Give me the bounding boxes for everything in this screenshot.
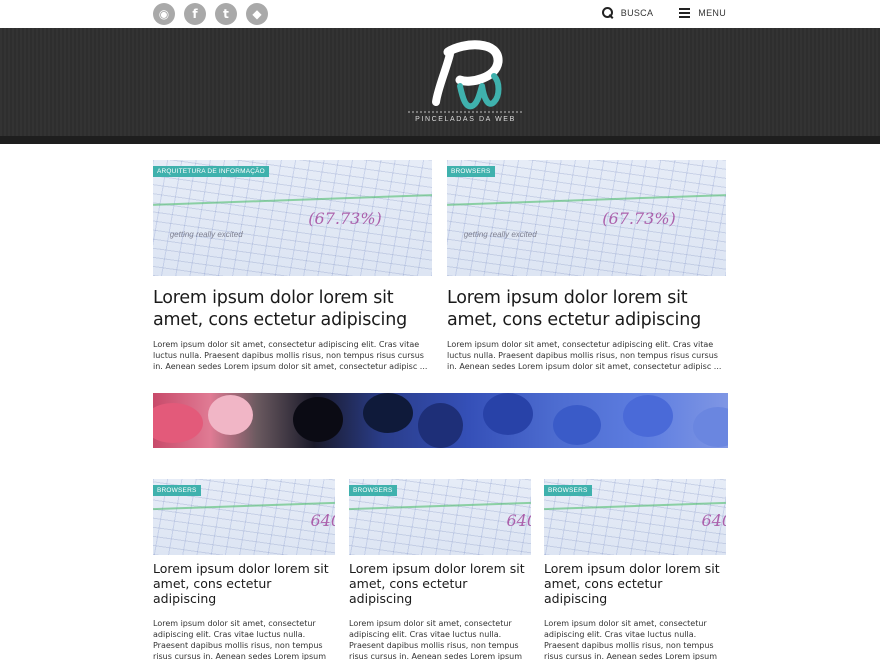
post-thumbnail[interactable]: 640 BROWSERS [349,479,531,555]
thumbnail-decoration-icon: 640 [310,510,335,530]
social-links: ◉ f t ◆ [153,3,268,25]
post-excerpt: Lorem ipsum dolor sit amet, consectetur … [447,340,722,371]
post-card[interactable]: 640 BROWSERS Lorem ipsum dolor lorem sit… [544,479,726,660]
post-title[interactable]: Lorem ipsum dolor lorem sit amet, cons e… [447,287,726,331]
thumbnail-decoration-icon: getting really excited [169,229,243,239]
logo-mark-icon [408,40,523,113]
post-card[interactable]: 640 BROWSERS Lorem ipsum dolor lorem sit… [349,479,531,660]
post-excerpt: Lorem ipsum dolor sit amet, consectetur … [153,340,428,371]
thumbnail-decoration-icon: getting really excited [463,229,537,239]
menu-button[interactable]: MENU [679,7,726,18]
search-button[interactable]: BUSCA [601,7,654,18]
thumbnail-decoration-icon: 640 [701,510,726,530]
featured-thumbnail[interactable]: (67.73%) getting really excited BROWSERS [447,160,726,276]
category-badge[interactable]: BROWSERS [544,485,592,496]
category-badge[interactable]: ARQUITETURA DE INFORMAÇÃO [153,166,269,177]
featured-card[interactable]: (67.73%) getting really excited BROWSERS… [447,160,726,372]
menu-label: MENU [698,7,726,18]
post-excerpt: Lorem ipsum dolor sit amet, consectetur … [544,619,718,660]
site-header: PINCELADAS DA WEB [0,28,880,144]
thumbnail-decoration-icon: 640 [506,510,531,530]
banner-image[interactable] [153,393,728,448]
post-card[interactable]: 640 BROWSERS Lorem ipsum dolor lorem sit… [153,479,335,660]
github-icon[interactable]: ◆ [246,3,268,25]
category-badge[interactable]: BROWSERS [447,166,495,177]
featured-thumbnail[interactable]: (67.73%) getting really excited ARQUITET… [153,160,432,276]
top-nav: BUSCA MENU [601,7,726,18]
search-label: BUSCA [620,7,654,18]
rss-icon[interactable]: ◉ [153,3,175,25]
thumbnail-decoration-icon: (67.73%) [602,208,676,228]
post-thumbnail[interactable]: 640 BROWSERS [153,479,335,555]
search-icon [601,7,613,18]
category-badge[interactable]: BROWSERS [153,485,201,496]
twitter-icon[interactable]: t [215,3,237,25]
post-excerpt: Lorem ipsum dolor sit amet, consectetur … [153,619,327,660]
post-title[interactable]: Lorem ipsum dolor lorem sit amet, cons e… [153,561,335,606]
thumbnail-decoration-icon: (67.73%) [308,208,382,228]
logo-tagline: PINCELADAS DA WEB [415,116,516,123]
post-title[interactable]: Lorem ipsum dolor lorem sit amet, cons e… [349,561,531,606]
featured-card[interactable]: (67.73%) getting really excited ARQUITET… [153,160,432,372]
hamburger-menu-icon [679,7,691,18]
post-thumbnail[interactable]: 640 BROWSERS [544,479,726,555]
post-excerpt: Lorem ipsum dolor sit amet, consectetur … [349,619,523,660]
post-title[interactable]: Lorem ipsum dolor lorem sit amet, cons e… [153,287,432,331]
category-badge[interactable]: BROWSERS [349,485,397,496]
post-title[interactable]: Lorem ipsum dolor lorem sit amet, cons e… [544,561,726,606]
top-bar: ◉ f t ◆ BUSCA MENU [0,0,880,28]
site-logo[interactable]: PINCELADAS DA WEB [408,40,523,132]
facebook-icon[interactable]: f [184,3,206,25]
